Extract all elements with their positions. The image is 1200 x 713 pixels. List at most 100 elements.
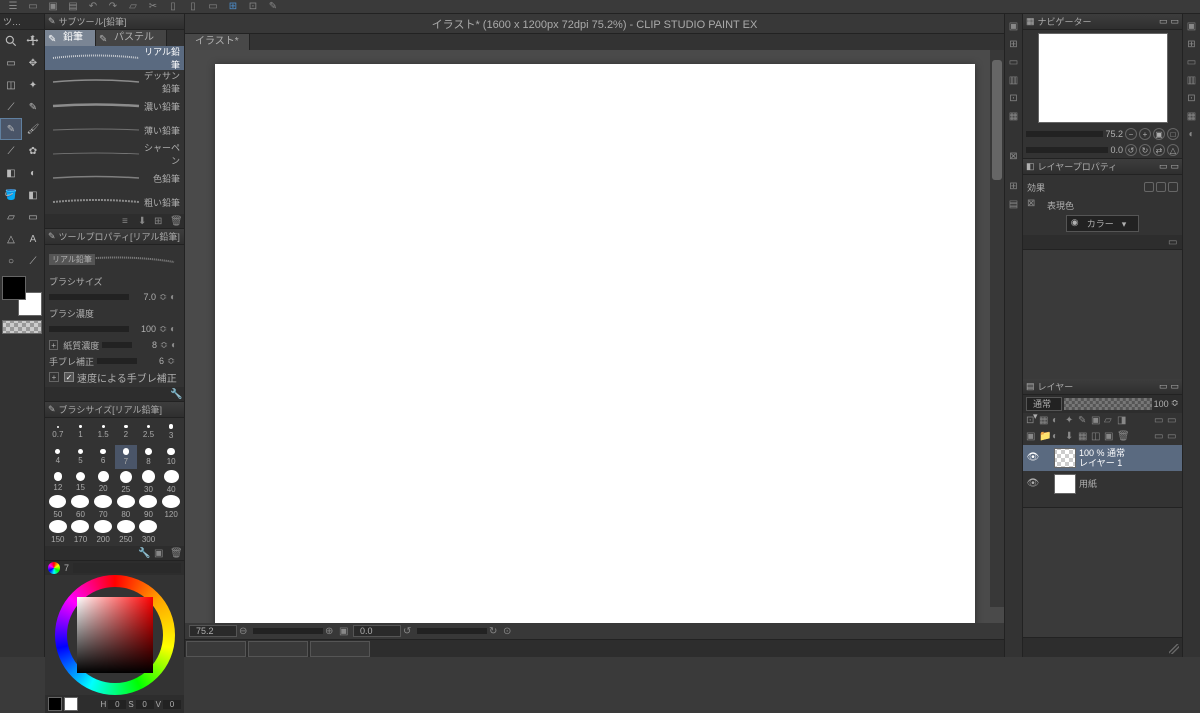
merge-icon[interactable]: ▦ xyxy=(1078,431,1090,443)
speed-checkbox[interactable]: ✓ xyxy=(64,372,74,382)
link-icon[interactable]: ◐ xyxy=(170,292,180,303)
pencil-tool[interactable]: ✎ xyxy=(0,118,22,140)
s-value[interactable]: 0 xyxy=(136,700,154,709)
v-value[interactable]: 0 xyxy=(163,700,181,709)
window-resizer[interactable] xyxy=(1023,637,1182,657)
menu-icon[interactable]: ≡ xyxy=(122,216,132,226)
q-access-icon[interactable]: ⊠ xyxy=(1006,148,1022,164)
stepper-icon[interactable]: ≎ xyxy=(167,355,175,367)
new-adj-icon[interactable]: ◐ xyxy=(1052,431,1064,443)
panel-icon[interactable]: ▭ xyxy=(1170,381,1179,392)
fill-tool[interactable]: 🪣 xyxy=(0,184,22,206)
brush-size-10[interactable]: 10 xyxy=(160,445,182,469)
brush-size-2.5[interactable]: 2.5 xyxy=(138,420,160,444)
transparent-color[interactable] xyxy=(2,320,42,334)
frame-tool[interactable]: ▭ xyxy=(22,206,44,228)
snap-icon[interactable]: ⊡ xyxy=(246,1,260,13)
reset-icon[interactable]: ⊙ xyxy=(503,626,515,637)
brush-size-12[interactable]: 12 xyxy=(47,470,69,494)
color-swatches[interactable] xyxy=(2,276,42,316)
density-slider[interactable] xyxy=(49,326,129,332)
undo-icon[interactable]: ↶ xyxy=(86,1,100,13)
navigator-thumbnail[interactable] xyxy=(1038,33,1168,123)
panel-icon[interactable]: ▭ xyxy=(1170,161,1179,172)
ruler-tool[interactable]: △ xyxy=(0,228,22,250)
brush-light[interactable]: 薄い鉛筆 xyxy=(45,118,184,142)
brush-size-250[interactable]: 250 xyxy=(115,520,137,544)
color-square[interactable] xyxy=(77,597,153,673)
visibility-icon[interactable]: 👁 xyxy=(1026,452,1040,463)
link-icon[interactable]: ⊠ xyxy=(1027,198,1041,212)
density-value[interactable]: 100 xyxy=(132,324,156,334)
q-access-icon[interactable]: ⊡ xyxy=(1006,90,1022,106)
auto-select-tool[interactable]: ✦ xyxy=(22,74,44,96)
clear-icon[interactable]: ▱ xyxy=(126,1,140,13)
effect-tone[interactable] xyxy=(1156,182,1166,192)
paper-value[interactable]: 8 xyxy=(135,340,157,350)
q-access-icon[interactable]: ▤ xyxy=(1006,196,1022,212)
brush-size-60[interactable]: 60 xyxy=(70,495,92,519)
brush-size-50[interactable]: 50 xyxy=(47,495,69,519)
rotate-left-icon[interactable]: ↺ xyxy=(403,626,415,637)
nav-rotate-value[interactable]: 0.0 xyxy=(1110,145,1123,155)
expand-icon[interactable]: + xyxy=(49,372,59,382)
panel2-icon[interactable]: ▭ xyxy=(1170,16,1179,27)
fit-icon[interactable]: ▣ xyxy=(1153,128,1165,140)
pen-tool[interactable]: ✎ xyxy=(22,96,44,118)
document-tab[interactable]: イラスト* xyxy=(185,34,250,50)
wrench-icon[interactable]: 🔧 xyxy=(170,389,180,399)
balloon-tool[interactable]: ○ xyxy=(0,250,22,272)
panel-icon[interactable]: ▭ xyxy=(1159,161,1168,172)
blend-tool[interactable]: ◐ xyxy=(22,162,44,184)
brush-size-150[interactable]: 150 xyxy=(47,520,69,544)
zoom-out-icon[interactable]: − xyxy=(1125,128,1137,140)
actual-icon[interactable]: □ xyxy=(1167,128,1179,140)
lock-alpha-icon[interactable]: ◐ xyxy=(1052,415,1064,427)
swatch-bg[interactable] xyxy=(64,697,78,711)
paste-icon[interactable]: ▯ xyxy=(186,1,200,13)
brush-size-30[interactable]: 30 xyxy=(138,470,160,494)
mat-icon[interactable]: ▭ xyxy=(1184,54,1200,70)
download-icon[interactable]: ⬇ xyxy=(138,216,148,226)
new-icon[interactable]: ▭ xyxy=(26,1,40,13)
reset-icon[interactable]: △ xyxy=(1167,144,1179,156)
panel-icon[interactable]: ▭ xyxy=(1167,431,1179,443)
brush-size-25[interactable]: 25 xyxy=(115,470,137,494)
new-folder-icon[interactable]: 📁 xyxy=(1039,431,1051,443)
timeline-tab[interactable] xyxy=(186,641,246,657)
menu-icon[interactable]: ☰ xyxy=(6,1,20,13)
rotate-right-icon[interactable]: ↻ xyxy=(489,626,501,637)
mat-icon[interactable]: ⊞ xyxy=(1184,36,1200,52)
zoom-out-icon[interactable]: ⊖ xyxy=(239,626,251,637)
panel1-icon[interactable]: ▭ xyxy=(1159,16,1168,27)
ref-icon[interactable]: ✦ xyxy=(1065,415,1077,427)
layer-color-icon[interactable]: ▭ xyxy=(1154,415,1166,427)
brush-size-1[interactable]: 1 xyxy=(70,420,92,444)
copy-icon[interactable]: ▯ xyxy=(166,1,180,13)
delete-icon[interactable]: 🗑 xyxy=(1117,431,1129,443)
stepper-icon[interactable]: ≎ xyxy=(160,339,168,351)
ruler-icon[interactable]: ▭ xyxy=(206,1,220,13)
brush-size-15[interactable]: 15 xyxy=(70,470,92,494)
tab-pastel[interactable]: ✎パステル xyxy=(96,30,167,46)
stabilize-value[interactable]: 6 xyxy=(140,356,164,366)
brush-size-slider[interactable] xyxy=(49,294,129,300)
canvas[interactable] xyxy=(215,64,975,623)
q-access-icon[interactable]: ▣ xyxy=(1006,18,1022,34)
zoom-input[interactable]: 75.2 xyxy=(189,625,237,637)
settings-icon[interactable]: ⊞ xyxy=(154,216,164,226)
trash-icon[interactable]: 🗑 xyxy=(170,548,180,558)
eraser-tool[interactable]: ◧ xyxy=(0,162,22,184)
brush-size-20[interactable]: 20 xyxy=(92,470,114,494)
opacity-value[interactable]: 100 xyxy=(1154,399,1169,409)
brush-size-120[interactable]: 120 xyxy=(160,495,182,519)
ruler-icon[interactable]: ▱ xyxy=(1104,415,1116,427)
brush-dark[interactable]: 濃い鉛筆 xyxy=(45,94,184,118)
brush-size-8[interactable]: 8 xyxy=(138,445,160,469)
blend-mode-select[interactable]: 通常 ▾ xyxy=(1026,397,1062,411)
magnify-tool[interactable] xyxy=(0,30,22,52)
layer-thumbnail[interactable] xyxy=(1054,448,1076,468)
brush-size-200[interactable]: 200 xyxy=(92,520,114,544)
q-access-icon[interactable]: ▦ xyxy=(1006,108,1022,124)
panel-icon[interactable]: ▭ xyxy=(1159,381,1168,392)
